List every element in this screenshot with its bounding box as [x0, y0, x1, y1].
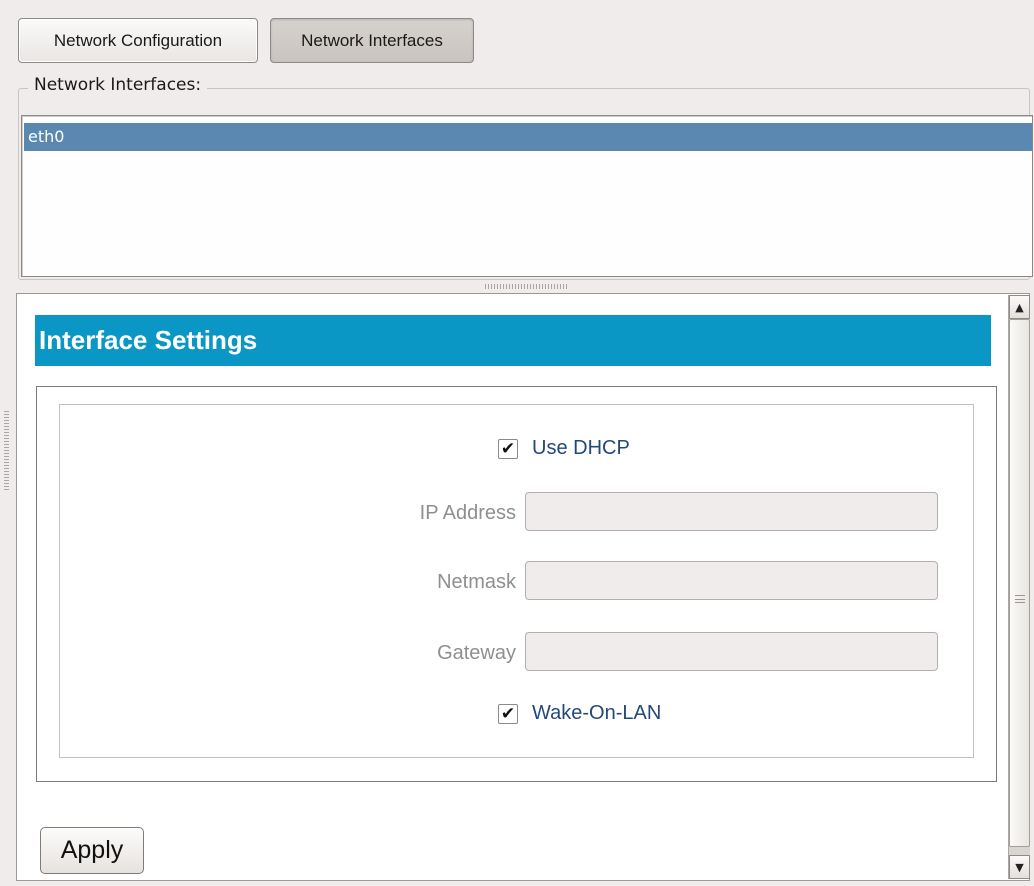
ip-address-label: IP Address — [419, 502, 516, 524]
thumb-grip-icon — [1015, 595, 1025, 603]
use-dhcp-checkbox[interactable]: ✔ — [498, 438, 518, 459]
scrollbar-thumb[interactable] — [1009, 319, 1030, 847]
wake-on-lan-checkbox-row[interactable]: ✔ Wake-On-LAN — [498, 702, 661, 725]
wake-on-lan-label: Wake-On-LAN — [532, 702, 662, 724]
tab-network-configuration[interactable]: Network Configuration — [18, 18, 258, 63]
use-dhcp-label: Use DHCP — [532, 437, 630, 459]
interface-settings-title: Interface Settings — [35, 315, 991, 366]
interfaces-list[interactable]: eth0 — [21, 115, 1033, 277]
netmask-field[interactable] — [525, 561, 938, 600]
gateway-field[interactable] — [525, 632, 938, 671]
wake-on-lan-checkbox[interactable]: ✔ — [498, 703, 518, 724]
scroll-up-arrow-icon[interactable]: ▲ — [1009, 295, 1030, 319]
network-interfaces-panel: Network Configuration Network Interfaces… — [0, 0, 1034, 886]
vertical-splitter-handle[interactable] — [4, 410, 9, 490]
list-item-eth0[interactable]: eth0 — [24, 123, 1032, 151]
apply-button[interactable]: Apply — [40, 827, 144, 874]
netmask-label: Netmask — [437, 571, 516, 593]
use-dhcp-checkbox-row[interactable]: ✔ Use DHCP — [498, 437, 630, 460]
vertical-scrollbar[interactable]: ▲ ▼ — [1008, 295, 1030, 879]
ip-address-field[interactable] — [525, 492, 938, 531]
scroll-down-arrow-icon[interactable]: ▼ — [1009, 855, 1030, 879]
horizontal-splitter-handle[interactable] — [485, 284, 567, 289]
tab-network-interfaces[interactable]: Network Interfaces — [270, 18, 474, 63]
check-icon: ✔ — [500, 439, 516, 458]
gateway-label: Gateway — [437, 642, 516, 664]
check-icon: ✔ — [500, 704, 516, 723]
interfaces-group-legend: Network Interfaces: — [28, 75, 208, 95]
